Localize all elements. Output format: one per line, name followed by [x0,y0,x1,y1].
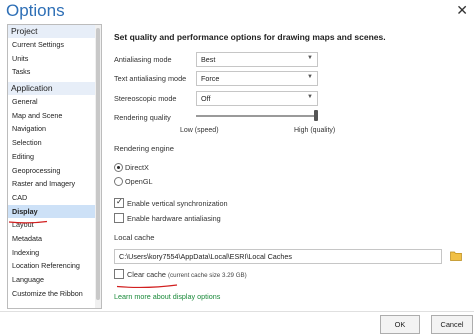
clear-cache-label: Clear cache [127,270,166,279]
sidebar-section-project: Project [8,25,101,38]
chevron-down-icon: ▼ [307,94,313,100]
sidebar-section-application: Application [8,82,101,96]
sidebar-item-geoprocessing[interactable]: Geoprocessing [8,164,101,178]
rendering-quality-thumb[interactable] [314,110,318,121]
red-underline-annotation [8,220,48,224]
folder-icon[interactable] [450,250,462,261]
red-underline-annotation [116,284,178,289]
local-cache-title: Local cache [114,233,155,242]
text-antialiasing-dropdown[interactable]: Force ▼ [196,71,318,86]
sidebar-item-general[interactable]: General [8,95,101,109]
options-sidebar: Project Current Settings Units Tasks App… [7,24,102,309]
footer-divider [0,311,474,312]
rendering-engine-title: Rendering engine [114,144,174,153]
opengl-radio[interactable] [114,177,123,186]
sidebar-item-location-referencing[interactable]: Location Referencing [8,259,101,273]
cancel-button[interactable]: Cancel [431,315,473,334]
scrollbar-thumb[interactable] [96,28,100,300]
stereoscopic-label: Stereoscopic mode [114,94,177,103]
text-antialiasing-label: Text antialiasing mode [114,74,187,83]
vsync-checkbox[interactable]: ✓ [114,197,124,208]
sidebar-item-customize-the-ribbon[interactable]: Customize the Ribbon [8,287,101,301]
rendering-quality-label: Rendering quality [114,113,171,122]
sidebar-item-tasks[interactable]: Tasks [8,65,101,79]
sidebar-item-language[interactable]: Language [8,273,101,287]
cache-path-value: C:\Users\kory7554\AppData\Local\ESRI\Loc… [119,252,292,261]
vsync-label: Enable vertical synchronization [127,199,228,208]
clear-cache-row: Clear cache (current cache size 3.29 GB) [127,270,247,279]
hardware-antialias-label: Enable hardware antialiasing [127,214,221,223]
checkmark-icon: ✓ [116,197,123,206]
stereoscopic-value: Off [201,94,211,103]
sidebar-item-metadata[interactable]: Metadata [8,232,101,246]
stereoscopic-dropdown[interactable]: Off ▼ [196,91,318,106]
slider-low-label: Low (speed) [180,127,219,134]
sidebar-item-units[interactable]: Units [8,52,101,66]
slider-high-label: High (quality) [294,127,336,134]
page-heading: Set quality and performance options for … [114,32,386,42]
directx-radio[interactable] [114,163,123,172]
chevron-down-icon: ▼ [307,55,313,61]
sidebar-item-current-settings[interactable]: Current Settings [8,38,101,52]
cache-path-field[interactable]: C:\Users\kory7554\AppData\Local\ESRI\Loc… [114,249,442,264]
sidebar-scrollbar[interactable] [95,25,101,308]
close-icon[interactable]: ✕ [456,2,468,19]
cache-size-text: (current cache size 3.29 GB) [167,272,247,279]
title-bar: Options ✕ [0,0,474,22]
window-title: Options [6,1,65,20]
hardware-antialias-checkbox[interactable] [114,213,124,223]
text-antialiasing-value: Force [201,74,220,83]
ok-button[interactable]: OK [380,315,420,334]
antialiasing-label: Antialiasing mode [114,55,172,64]
learn-more-link[interactable]: Learn more about display options [114,292,220,301]
sidebar-item-navigation[interactable]: Navigation [8,122,101,136]
sidebar-item-selection[interactable]: Selection [8,136,101,150]
display-options-panel: Set quality and performance options for … [108,24,470,307]
sidebar-item-raster-and-imagery[interactable]: Raster and Imagery [8,177,101,191]
clear-cache-checkbox[interactable] [114,269,124,279]
chevron-down-icon: ▼ [307,74,313,80]
opengl-label: OpenGL [125,177,153,186]
antialiasing-dropdown[interactable]: Best ▼ [196,52,318,67]
sidebar-item-map-and-scene[interactable]: Map and Scene [8,109,101,123]
rendering-quality-slider[interactable] [196,115,316,117]
sidebar-item-editing[interactable]: Editing [8,150,101,164]
directx-label: DirectX [125,163,149,172]
sidebar-item-indexing[interactable]: Indexing [8,246,101,260]
sidebar-item-cad[interactable]: CAD [8,191,101,205]
antialiasing-value: Best [201,55,216,64]
sidebar-item-display[interactable]: Display [8,204,101,219]
